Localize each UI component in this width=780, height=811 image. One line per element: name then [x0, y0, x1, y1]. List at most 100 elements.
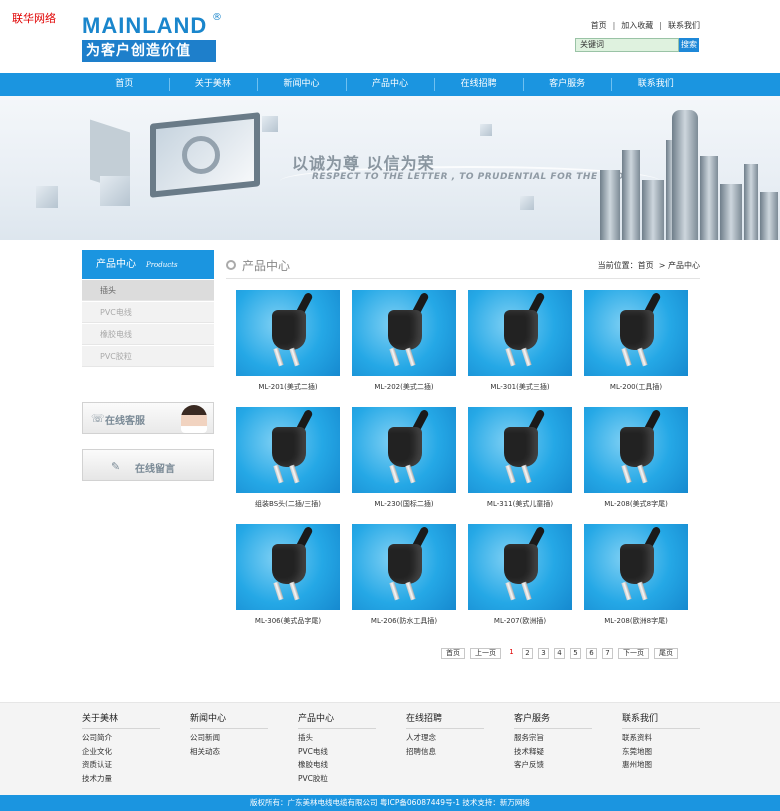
product-card[interactable]: ML-301(美式三插) — [468, 290, 572, 392]
product-image[interactable] — [352, 407, 456, 493]
top-links: 首页 | 加入收藏 | 联系我们 — [590, 21, 700, 30]
breadcrumb-home[interactable]: 首页 — [638, 261, 654, 270]
product-name[interactable]: ML-208(欧洲8字尾) — [584, 616, 688, 626]
page-number[interactable]: 3 — [538, 648, 549, 659]
nav-contact[interactable]: 联系我们 — [611, 73, 700, 96]
product-card[interactable]: 组装BS头(二插/三插) — [236, 407, 340, 509]
footer-link[interactable]: 插头 — [298, 733, 376, 743]
product-card[interactable]: ML-208(美式8字尾) — [584, 407, 688, 509]
product-image[interactable] — [584, 290, 688, 376]
toplink-favorite[interactable]: 加入收藏 — [621, 21, 653, 30]
search-button[interactable]: 搜索 — [679, 38, 699, 52]
footer-link[interactable]: 惠州地图 — [622, 760, 700, 770]
footer-link[interactable]: 东莞地图 — [622, 747, 700, 757]
product-image[interactable] — [584, 407, 688, 493]
product-card[interactable]: ML-306(美式品字尾) — [236, 524, 340, 626]
building — [700, 156, 718, 240]
page-title: 产品中心 — [242, 259, 291, 273]
building — [744, 164, 758, 240]
nav-service[interactable]: 客户服务 — [522, 73, 612, 96]
building — [760, 192, 778, 240]
building — [600, 170, 620, 240]
product-name[interactable]: ML-202(美式二插) — [352, 382, 456, 392]
footer-link[interactable]: 资质认证 — [82, 760, 160, 770]
nav-news[interactable]: 新闻中心 — [257, 73, 346, 96]
product-image[interactable] — [468, 524, 572, 610]
banner-slogan: 以诚为尊 以信为荣 — [292, 154, 435, 173]
product-name[interactable]: ML-306(美式品字尾) — [236, 616, 340, 626]
product-name[interactable]: ML-230(国标二插) — [352, 499, 456, 509]
online-service-button[interactable]: ☏ 在线客服 — [82, 402, 214, 434]
page-number[interactable]: 4 — [554, 648, 565, 659]
toplink-home[interactable]: 首页 — [591, 21, 607, 30]
product-card[interactable]: ML-230(国标二插) — [352, 407, 456, 509]
footer-link[interactable]: 联系资料 — [622, 733, 700, 743]
product-image[interactable] — [236, 407, 340, 493]
building — [720, 184, 742, 240]
product-image[interactable] — [236, 290, 340, 376]
banner-slogan-en: RESPECT TO THE LETTER , TO PRUDENTIAL FO… — [312, 172, 640, 182]
nav-home[interactable]: 首页 — [80, 73, 169, 96]
product-card[interactable]: ML-311(美式儿童插) — [468, 407, 572, 509]
product-card[interactable]: ML-201(美式二插) — [236, 290, 340, 392]
product-card[interactable]: ML-206(防水工具插) — [352, 524, 456, 626]
footer-heading: 联系我们 — [622, 711, 700, 729]
nav-jobs[interactable]: 在线招聘 — [434, 73, 523, 96]
page-number[interactable]: 2 — [522, 648, 533, 659]
toplink-contact[interactable]: 联系我们 — [668, 21, 700, 30]
footer-link[interactable]: 人才理念 — [406, 733, 484, 743]
page-number[interactable]: 7 — [602, 648, 613, 659]
footer-link[interactable]: 企业文化 — [82, 747, 160, 757]
product-image[interactable] — [468, 407, 572, 493]
product-card[interactable]: ML-202(美式二插) — [352, 290, 456, 392]
footer-link[interactable]: 公司简介 — [82, 733, 160, 743]
product-image[interactable] — [352, 290, 456, 376]
page-last-button[interactable]: 尾页 — [654, 648, 678, 659]
breadcrumb-current[interactable]: 产品中心 — [668, 261, 700, 270]
page-first-button[interactable]: 首页 — [441, 648, 465, 659]
breadcrumb-label: 当前位置： — [597, 261, 638, 270]
product-image[interactable] — [584, 524, 688, 610]
nav-about[interactable]: 关于美林 — [168, 73, 258, 96]
product-image[interactable] — [236, 524, 340, 610]
page-number[interactable]: 6 — [586, 648, 597, 659]
product-image[interactable] — [468, 290, 572, 376]
sidebar-item-rubber-wire[interactable]: 橡胶电线 — [82, 324, 214, 345]
footer-column-about: 关于美林 公司简介 企业文化 资质认证 技术力量 — [82, 711, 160, 783]
product-name[interactable]: ML-206(防水工具插) — [352, 616, 456, 626]
product-name[interactable]: ML-201(美式二插) — [236, 382, 340, 392]
watermark: 联华网络 — [12, 12, 56, 25]
footer-link[interactable]: 服务宗旨 — [514, 733, 592, 743]
footer: 关于美林 公司简介 企业文化 资质认证 技术力量 新闻中心 公司新闻 相关动态 … — [0, 702, 780, 795]
search-input[interactable]: 关键词 — [575, 38, 679, 52]
footer-link[interactable]: PVC电线 — [298, 747, 376, 757]
sidebar-item-plugs[interactable]: 插头 — [82, 280, 214, 301]
product-card[interactable]: ML-208(欧洲8字尾) — [584, 524, 688, 626]
product-name[interactable]: ML-301(美式三插) — [468, 382, 572, 392]
product-card[interactable]: ML-200(工具插) — [584, 290, 688, 392]
footer-link[interactable]: 技术力量 — [82, 774, 160, 784]
product-name[interactable]: ML-207(欧洲插) — [468, 616, 572, 626]
footer-link[interactable]: 橡胶电线 — [298, 760, 376, 770]
logo[interactable]: MAINLAND ® 为客户创造价值 — [82, 12, 222, 62]
footer-link[interactable]: 相关动态 — [190, 747, 268, 757]
product-card[interactable]: ML-207(欧洲插) — [468, 524, 572, 626]
footer-link[interactable]: 公司新闻 — [190, 733, 268, 743]
product-image[interactable] — [352, 524, 456, 610]
footer-link[interactable]: 客户反馈 — [514, 760, 592, 770]
page-number[interactable]: 5 — [570, 648, 581, 659]
product-name[interactable]: 组装BS头(二插/三插) — [236, 499, 340, 509]
footer-link[interactable]: 技术释疑 — [514, 747, 592, 757]
page-number-current[interactable]: 1 — [506, 648, 517, 659]
nav-products[interactable]: 产品中心 — [345, 73, 435, 96]
product-name[interactable]: ML-200(工具插) — [584, 382, 688, 392]
page-next-button[interactable]: 下一页 — [618, 648, 649, 659]
sidebar-item-pvc-wire[interactable]: PVC电线 — [82, 302, 214, 323]
page-prev-button[interactable]: 上一页 — [470, 648, 501, 659]
footer-link[interactable]: PVC胶粒 — [298, 774, 376, 784]
online-message-button[interactable]: ✎ 在线留言 — [82, 449, 214, 481]
footer-link[interactable]: 招聘信息 — [406, 747, 484, 757]
sidebar-item-pvc-granule[interactable]: PVC胶粒 — [82, 346, 214, 367]
product-name[interactable]: ML-311(美式儿童插) — [468, 499, 572, 509]
product-name[interactable]: ML-208(美式8字尾) — [584, 499, 688, 509]
